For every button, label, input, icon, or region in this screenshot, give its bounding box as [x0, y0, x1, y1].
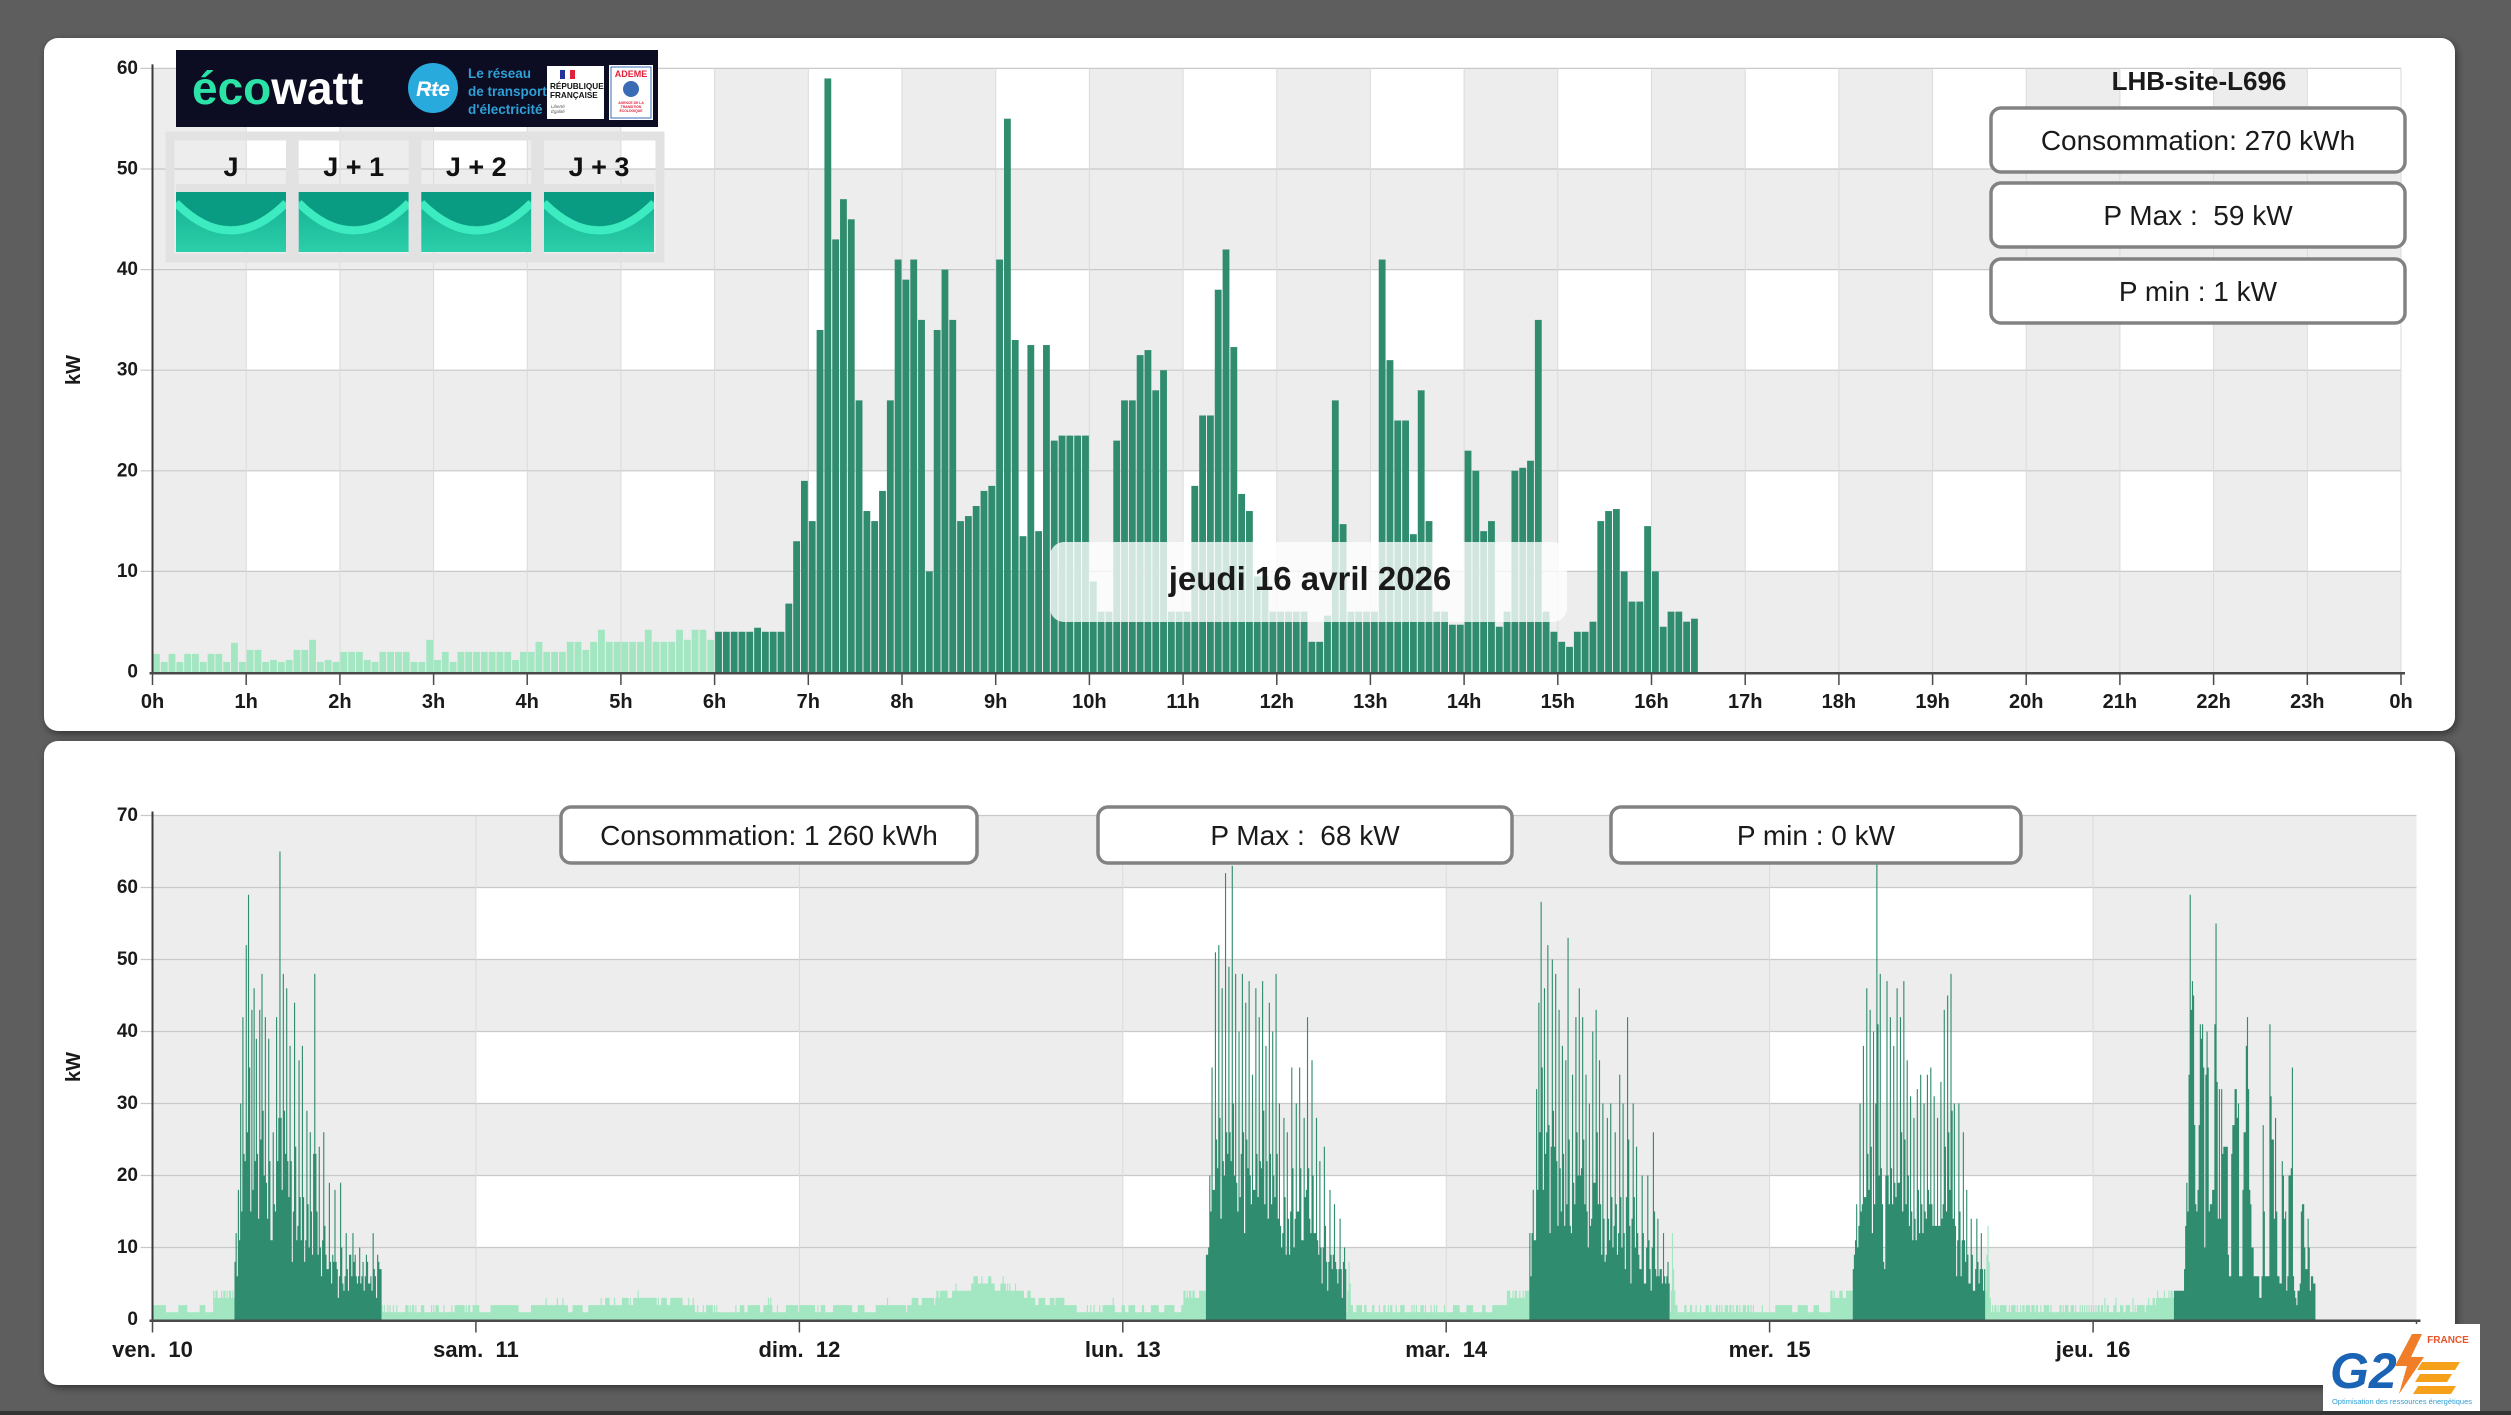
svg-text:40: 40: [117, 259, 138, 280]
svg-text:60: 60: [117, 58, 138, 79]
svg-text:J + 3: J + 3: [569, 152, 630, 182]
svg-text:J + 1: J + 1: [323, 152, 384, 182]
svg-text:6h: 6h: [703, 691, 726, 713]
svg-text:FRANÇAISE: FRANÇAISE: [550, 91, 598, 100]
svg-text:21h: 21h: [2103, 691, 2137, 713]
svg-text:jeudi 16 avril 2026: jeudi 16 avril 2026: [1168, 560, 1452, 597]
svg-text:Égalité: Égalité: [551, 108, 565, 114]
svg-text:mer. 15: mer. 15: [1729, 1337, 1811, 1362]
svg-text:écowatt: écowatt: [192, 62, 363, 114]
svg-text:11h: 11h: [1166, 691, 1199, 713]
svg-text:RÉPUBLIQUE: RÉPUBLIQUE: [550, 81, 604, 91]
svg-text:d'électricité: d'électricité: [468, 102, 543, 117]
svg-text:40: 40: [117, 1021, 138, 1042]
svg-text:14h: 14h: [1447, 691, 1481, 713]
svg-text:7h: 7h: [797, 691, 820, 713]
svg-text:17h: 17h: [1728, 691, 1762, 713]
svg-text:20: 20: [117, 1165, 138, 1186]
svg-text:P min : 0 kW: P min : 0 kW: [1737, 820, 1896, 851]
svg-text:22h: 22h: [2196, 691, 2230, 713]
svg-text:FRANCE: FRANCE: [2427, 1335, 2469, 1346]
svg-text:8h: 8h: [890, 691, 913, 713]
svg-text:Consommation: 1 260 kWh: Consommation: 1 260 kWh: [600, 820, 938, 851]
svg-text:G2: G2: [2330, 1343, 2397, 1399]
svg-text:10h: 10h: [1072, 691, 1106, 713]
svg-text:ÉCOLOGIQUE: ÉCOLOGIQUE: [620, 108, 644, 113]
svg-text:jeu. 16: jeu. 16: [2055, 1337, 2131, 1362]
svg-text:20h: 20h: [2009, 691, 2043, 713]
svg-text:J: J: [223, 152, 238, 182]
svg-text:30: 30: [117, 1093, 138, 1114]
svg-text:ven. 10: ven. 10: [112, 1337, 193, 1362]
svg-text:4h: 4h: [516, 691, 539, 713]
svg-text:mar. 14: mar. 14: [1405, 1337, 1488, 1362]
svg-text:19h: 19h: [1915, 691, 1949, 713]
svg-text:2h: 2h: [328, 691, 351, 713]
svg-text:50: 50: [117, 159, 138, 180]
svg-text:Le réseau: Le réseau: [468, 66, 531, 81]
svg-text:ADEME: ADEME: [615, 69, 648, 79]
svg-text:16h: 16h: [1634, 691, 1668, 713]
svg-text:0: 0: [127, 1309, 138, 1330]
svg-text:kW: kW: [63, 355, 85, 385]
svg-text:LHB-site-L696: LHB-site-L696: [2112, 66, 2287, 96]
svg-text:30: 30: [117, 360, 138, 381]
svg-text:0h: 0h: [2389, 691, 2412, 713]
svg-text:Consommation: 270 kWh: Consommation: 270 kWh: [2041, 125, 2355, 156]
svg-text:P min : 1 kW: P min : 1 kW: [2119, 276, 2278, 307]
svg-text:dim. 12: dim. 12: [758, 1337, 840, 1362]
svg-text:13h: 13h: [1353, 691, 1387, 713]
svg-text:P Max : 68 kW: P Max : 68 kW: [1210, 820, 1400, 851]
svg-text:60: 60: [117, 877, 138, 898]
svg-text:Optimisation des ressources én: Optimisation des ressources énergétiques: [2332, 1397, 2472, 1406]
svg-text:0: 0: [127, 662, 138, 683]
svg-text:15h: 15h: [1541, 691, 1575, 713]
svg-text:9h: 9h: [984, 691, 1007, 713]
svg-text:1h: 1h: [235, 691, 258, 713]
svg-text:sam. 11: sam. 11: [433, 1337, 519, 1362]
svg-text:10: 10: [117, 1237, 138, 1258]
svg-text:J + 2: J + 2: [446, 152, 507, 182]
svg-text:50: 50: [117, 949, 138, 970]
svg-text:10: 10: [117, 561, 138, 582]
svg-text:P Max : 59 kW: P Max : 59 kW: [2103, 200, 2293, 231]
svg-text:kW: kW: [63, 1052, 85, 1082]
svg-text:18h: 18h: [1822, 691, 1856, 713]
svg-text:20: 20: [117, 460, 138, 481]
svg-text:de transport: de transport: [468, 84, 547, 99]
svg-text:0h: 0h: [141, 691, 164, 713]
svg-text:lun. 13: lun. 13: [1085, 1337, 1161, 1362]
svg-text:70: 70: [117, 805, 138, 826]
svg-text:12h: 12h: [1260, 691, 1294, 713]
svg-text:5h: 5h: [609, 691, 632, 713]
svg-text:3h: 3h: [422, 691, 445, 713]
svg-text:23h: 23h: [2290, 691, 2324, 713]
